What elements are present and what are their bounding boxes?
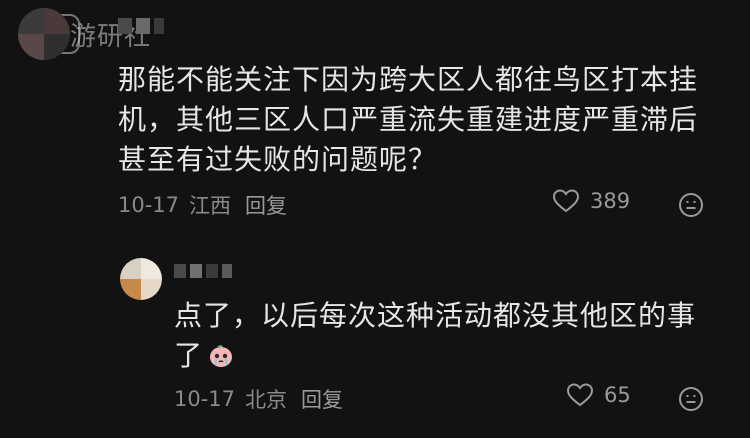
comment-meta: 10-17 北京 回复 — [174, 384, 343, 414]
reply-button[interactable]: 回复 — [301, 384, 343, 414]
crying-peach-sticker — [210, 345, 233, 367]
comment-location: 北京 — [245, 388, 288, 412]
comment-meta: 10-17 江西 回复 — [118, 190, 287, 220]
emoji-face-icon[interactable] — [678, 386, 704, 412]
avatar[interactable] — [120, 258, 162, 300]
comment-text-line: 机，其他三区人口严重流失重建进度严重滞后 — [118, 103, 699, 136]
reply-button[interactable]: 回复 — [245, 190, 287, 220]
like-count: 389 — [590, 189, 631, 213]
comment-text: 点了，以后每次这种活动都没其他区的事 了 — [174, 296, 714, 376]
comment-date: 10-17 — [174, 387, 236, 411]
comment-location: 江西 — [189, 194, 232, 218]
username-redacted[interactable] — [174, 264, 232, 278]
comment-text-line: 点了，以后每次这种活动都没其他区的事 — [174, 299, 697, 332]
comment-text-line-with-sticker: 了 — [174, 336, 714, 376]
username-redacted[interactable] — [118, 18, 164, 34]
like-button[interactable]: 389 — [552, 188, 630, 214]
comment-text-line: 那能不能关注下因为跨大区人都往鸟区打本挂 — [118, 63, 699, 96]
like-button[interactable]: 65 — [566, 382, 631, 408]
comment-text: 那能不能关注下因为跨大区人都往鸟区打本挂 机，其他三区人口严重流失重建进度严重滞… — [118, 60, 718, 180]
like-count: 65 — [604, 383, 631, 407]
avatar[interactable] — [18, 8, 70, 60]
emoji-face-icon[interactable] — [678, 192, 704, 218]
heart-outline-icon — [566, 383, 594, 407]
comment-text-line: 甚至有过失败的问题呢？ — [118, 143, 438, 176]
comment-date: 10-17 — [118, 193, 180, 217]
heart-outline-icon — [552, 189, 580, 213]
comment-text-line: 了 — [174, 339, 204, 372]
